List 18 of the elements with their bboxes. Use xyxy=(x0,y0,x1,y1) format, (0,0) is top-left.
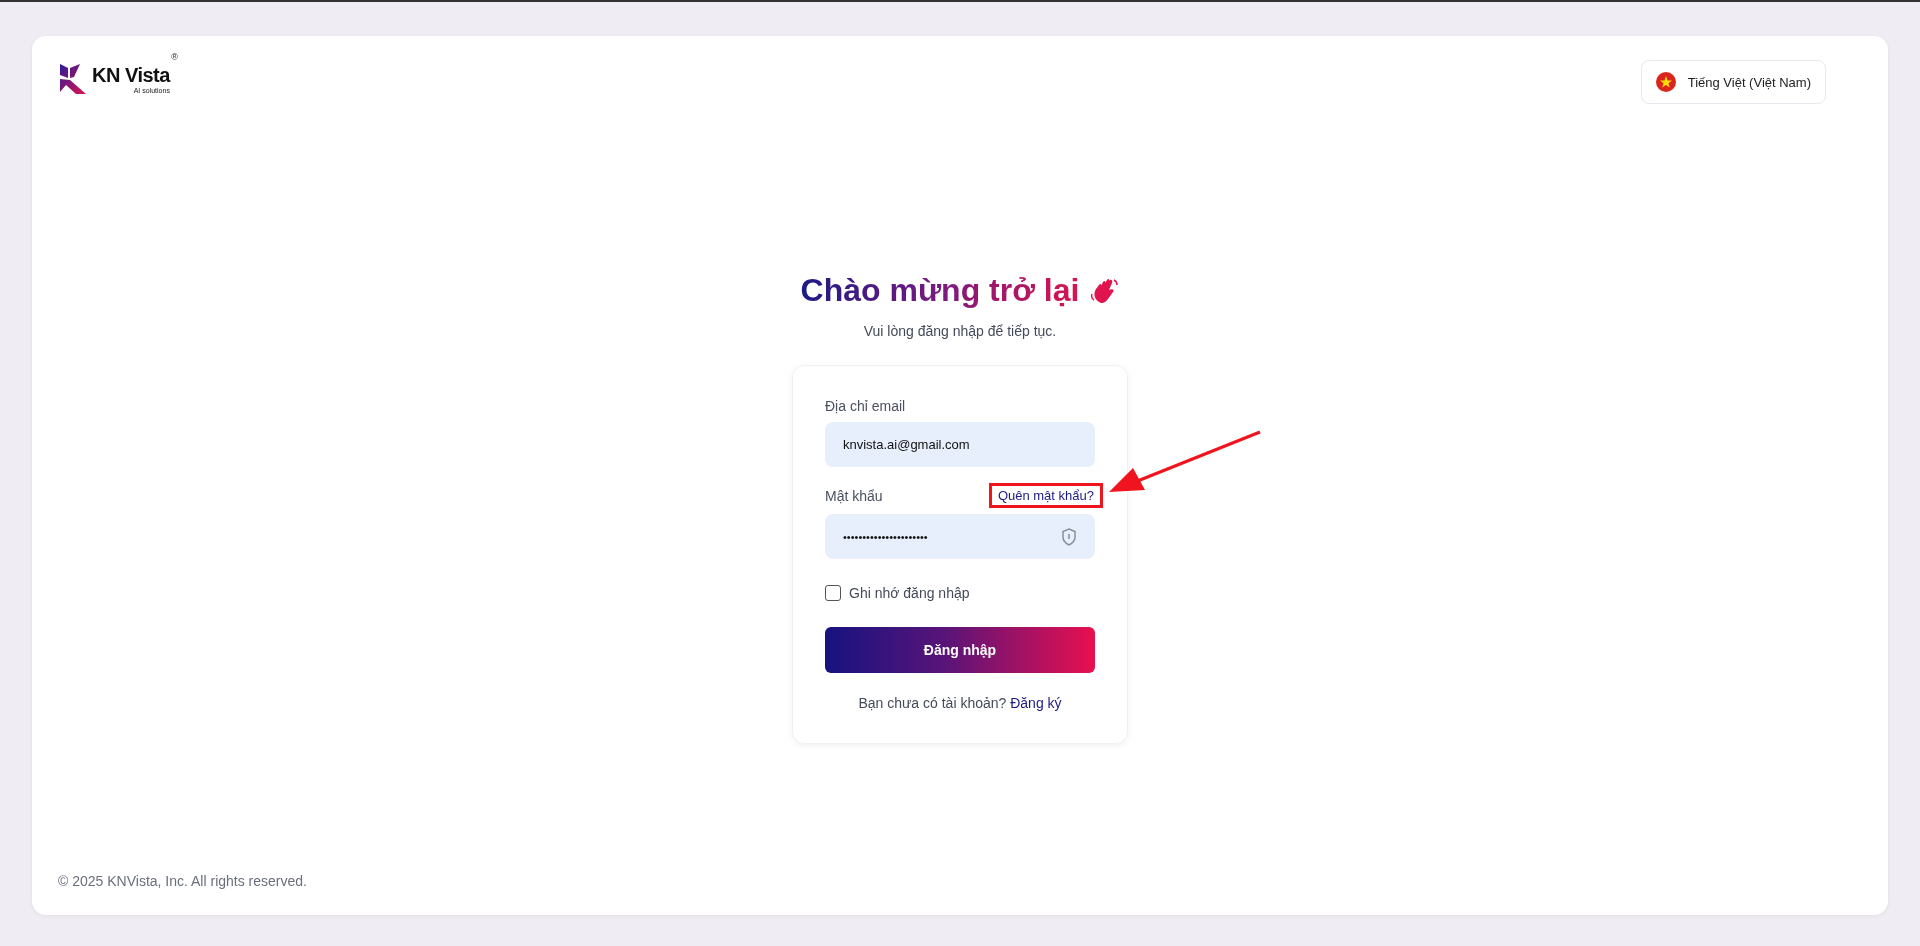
logo-wordmark: KN Vista xyxy=(92,64,170,87)
remember-label: Ghi nhớ đăng nhập xyxy=(849,585,970,601)
field-label: Mật khẩu xyxy=(825,487,883,504)
logo-icon xyxy=(58,62,88,96)
signup-link[interactable]: Đăng ký xyxy=(1010,695,1062,711)
forgot-password-link[interactable]: Quên mật khẩu? xyxy=(988,483,1103,508)
flag-icon xyxy=(1655,72,1676,92)
copyright-text: © 2025 KNVista, Inc. All rights reserved. xyxy=(58,873,308,889)
subtitle: Vui lòng đăng nhập để tiếp tục. xyxy=(863,323,1057,339)
shield-icon xyxy=(1061,527,1077,546)
field-label: Địa chỉ email xyxy=(825,398,907,414)
login-button[interactable]: Đăng nhập xyxy=(825,627,1095,673)
language-button[interactable]: Tiếng Việt (Việt Nam) xyxy=(1640,60,1826,104)
signup-prompt: Bạn chưa có tài khoản? xyxy=(858,695,1007,711)
registered-mark: ® xyxy=(171,52,178,62)
email-field[interactable]: knvista.ai@gmail.com xyxy=(825,422,1095,467)
password-field[interactable]: •••••••••••••••••••••• xyxy=(825,514,1095,559)
remember-checkbox[interactable] xyxy=(825,585,841,601)
